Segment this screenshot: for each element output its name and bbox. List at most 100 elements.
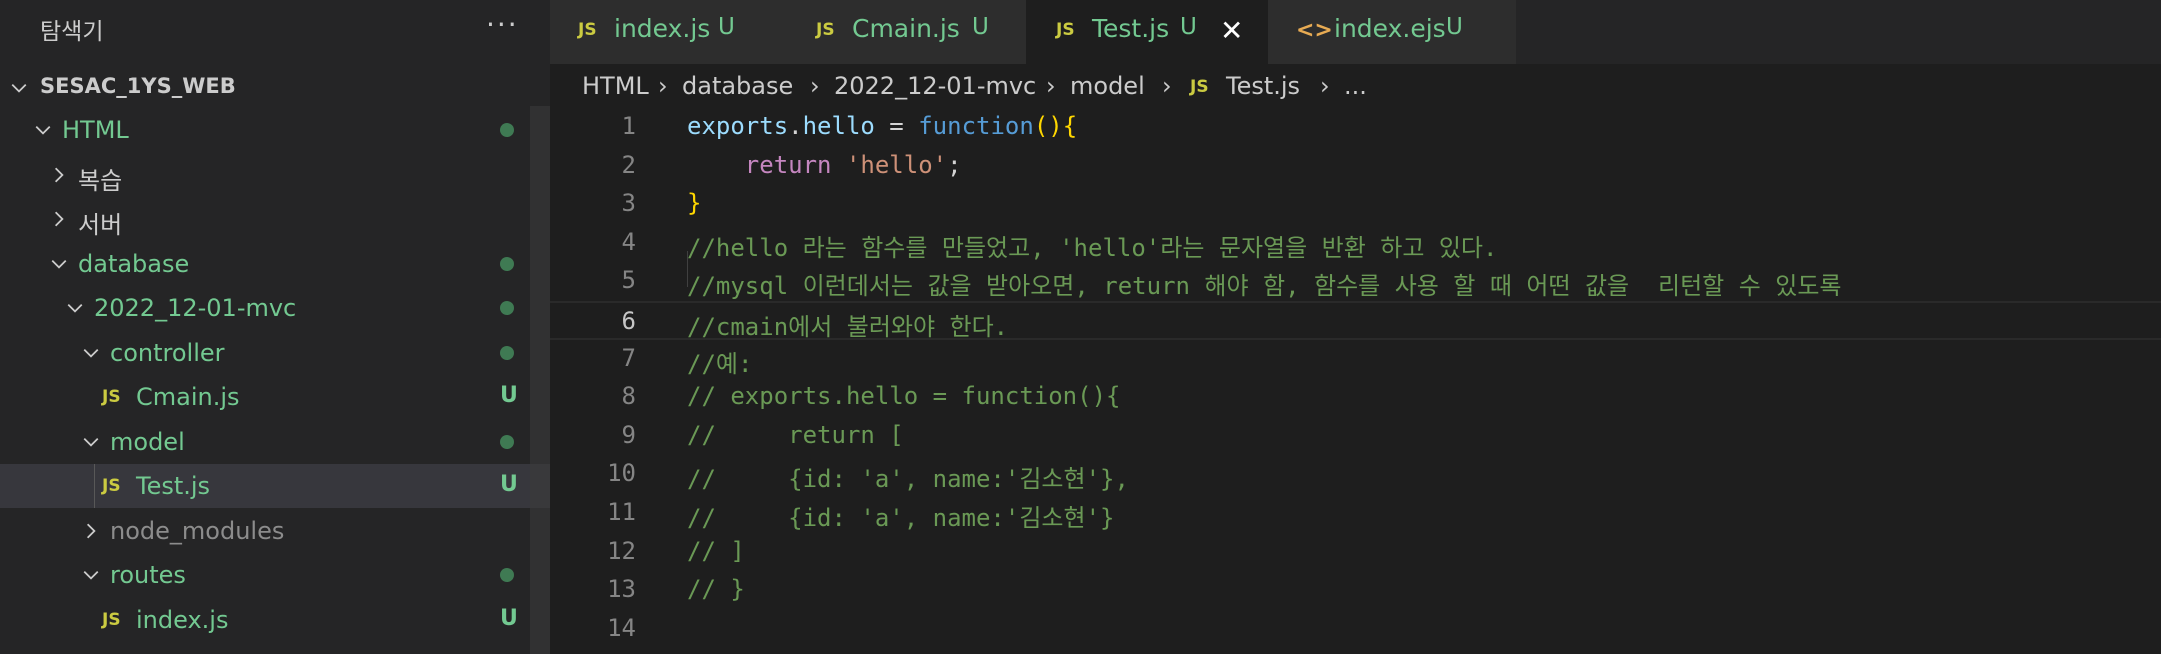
tree-item[interactable]: 복습: [0, 153, 550, 197]
tab-untracked-badge: U: [718, 14, 735, 40]
code-line[interactable]: 2 return 'hello';: [550, 147, 2161, 186]
tab-untracked-badge: U: [1446, 14, 1463, 40]
more-actions-icon[interactable]: ···: [486, 8, 519, 41]
breadcrumb-symbols[interactable]: ...: [1344, 72, 1367, 100]
sidebar-scrollbar[interactable]: [530, 106, 550, 654]
code-text: //예:: [687, 344, 752, 379]
workspace-root[interactable]: SESAC_1YS_WEB: [0, 66, 550, 106]
tab-label: index.js: [614, 14, 711, 43]
code-text: // ]: [687, 537, 745, 565]
code-token: 'hello': [845, 150, 948, 179]
code-token: =: [874, 112, 919, 140]
tab-test-js[interactable]: JS Test.js U ✕: [1026, 0, 1269, 64]
tree-item-label: 복습: [78, 166, 123, 195]
line-number: 11: [607, 498, 636, 526]
close-icon[interactable]: ✕: [1220, 14, 1243, 47]
line-number: 9: [621, 420, 636, 449]
code-text: // return [: [687, 421, 904, 449]
code-line[interactable]: 9 // return [: [550, 417, 2161, 456]
code-token: {: [1062, 112, 1078, 140]
tab-index-ejs[interactable]: <> index.ejs U: [1268, 0, 1517, 64]
tab-untracked-badge: U: [972, 14, 989, 40]
untracked-badge: U: [500, 472, 518, 497]
code-line[interactable]: 12 // ]: [550, 533, 2161, 572]
tree-item-label: routes: [110, 561, 186, 589]
code-line[interactable]: 13 // }: [550, 571, 2161, 610]
code-token: ;: [947, 150, 962, 179]
tree-item[interactable]: controller: [0, 331, 550, 375]
code-editor[interactable]: 1 exports.hello = function(){2 return 'he…: [550, 108, 2161, 654]
chevron-down-icon: [34, 121, 52, 139]
code-token: // }: [687, 575, 745, 604]
chevron-right-icon: ›: [1046, 72, 1056, 100]
code-text: // {id: 'a', name:'김소현'},: [687, 459, 1129, 494]
chevron-right-icon: ›: [1320, 72, 1330, 100]
tree-item[interactable]: JS index.js U: [0, 598, 550, 642]
tree-item-label: Test.js: [136, 472, 211, 500]
tree-item[interactable]: node_modules: [0, 509, 550, 553]
tree-item-label: index.js: [136, 605, 229, 634]
breadcrumb-item[interactable]: database: [682, 72, 793, 100]
chevron-down-icon: [50, 255, 68, 273]
tab-cmain-js[interactable]: JS Cmain.js U: [788, 0, 1027, 64]
code-text: //hello 라는 함수를 만들었고, 'hello'라는 문자열을 반환 하…: [687, 228, 1497, 263]
code-line[interactable]: 11 // {id: 'a', name:'김소현'}: [550, 494, 2161, 533]
breadcrumb-item[interactable]: 2022_12-01-mvc: [834, 72, 1036, 100]
modified-indicator: [500, 345, 514, 360]
code-line[interactable]: 14: [550, 610, 2161, 649]
workspace-root-label: SESAC_1YS_WEB: [40, 74, 236, 98]
tree-item[interactable]: database: [0, 242, 550, 286]
tree-item-label: 서버: [78, 211, 123, 239]
chevron-right-icon: [50, 210, 68, 228]
code-line[interactable]: 1 exports.hello = function(){: [550, 108, 2161, 147]
code-token: }: [687, 189, 702, 218]
chevron-right-icon: ›: [1162, 72, 1172, 100]
js-file-icon: JS: [102, 476, 121, 496]
code-token: exports: [687, 112, 789, 140]
modified-indicator: [500, 301, 514, 315]
code-line[interactable]: 4 //hello 라는 함수를 만들었고, 'hello'라는 문자열을 반환 …: [550, 224, 2161, 263]
code-token: //mysql 이런데서는 값을 받아오면, return 해야 함, 함수를 …: [687, 272, 1842, 301]
breadcrumb: HTML › database › 2022_12-01-mvc › model…: [550, 64, 2161, 108]
chevron-right-icon: [82, 522, 100, 540]
code-line[interactable]: 7 //예:: [550, 340, 2161, 379]
tree-item-label: Cmain.js: [136, 383, 240, 411]
tree-item[interactable]: JS Cmain.js U: [0, 375, 550, 419]
code-line[interactable]: 3}: [550, 185, 2161, 224]
tab-label: index.ejs: [1334, 14, 1446, 43]
code-token: //hello 라는 함수를 만들었고, 'hello'라는 문자열을 반환 하…: [687, 233, 1498, 262]
code-line[interactable]: 8 // exports.hello = function(){: [550, 378, 2161, 417]
tree-item[interactable]: 2022_12-01-mvc: [0, 286, 550, 330]
code-line[interactable]: 6 //cmain에서 불러와야 한다.: [550, 301, 2161, 341]
code-token: // return [: [687, 420, 904, 449]
tree-item-label: model: [110, 427, 185, 456]
js-file-icon: JS: [1190, 77, 1209, 97]
code-line[interactable]: 10 // {id: 'a', name:'김소현'},: [550, 455, 2161, 494]
code-text: //mysql 이런데서는 값을 받아오면, return 해야 함, 함수를 …: [687, 266, 1841, 301]
code-line[interactable]: 5 //mysql 이런데서는 값을 받아오면, return 해야 함, 함수를…: [550, 262, 2161, 301]
line-number: 3: [621, 189, 636, 218]
modified-indicator: [500, 123, 514, 137]
breadcrumb-item[interactable]: HTML: [582, 72, 649, 100]
line-number: 6: [621, 307, 636, 335]
tree-item[interactable]: 서버: [0, 197, 550, 241]
js-file-icon: JS: [578, 20, 597, 40]
indent-guide: [94, 464, 95, 508]
tree-item[interactable]: routes: [0, 553, 550, 597]
breadcrumb-item[interactable]: model: [1070, 72, 1145, 100]
tree-item[interactable]: model: [0, 420, 550, 464]
explorer-header: 탐색기 ···: [0, 0, 550, 56]
line-number: 12: [607, 536, 636, 565]
explorer-title: 탐색기: [40, 19, 104, 45]
line-number: 1: [621, 112, 636, 140]
code-file-icon: <>: [1296, 18, 1333, 43]
code-token: (): [1033, 112, 1063, 140]
code-text: }: [687, 189, 701, 217]
tree-item[interactable]: HTML: [0, 108, 550, 152]
tab-index-js[interactable]: JS index.js U: [550, 0, 789, 64]
chevron-right-icon: ›: [810, 72, 820, 100]
tree-item[interactable]: JS Test.js U: [0, 464, 550, 508]
breadcrumb-file[interactable]: Test.js: [1226, 72, 1300, 100]
code-token: return: [744, 150, 832, 179]
